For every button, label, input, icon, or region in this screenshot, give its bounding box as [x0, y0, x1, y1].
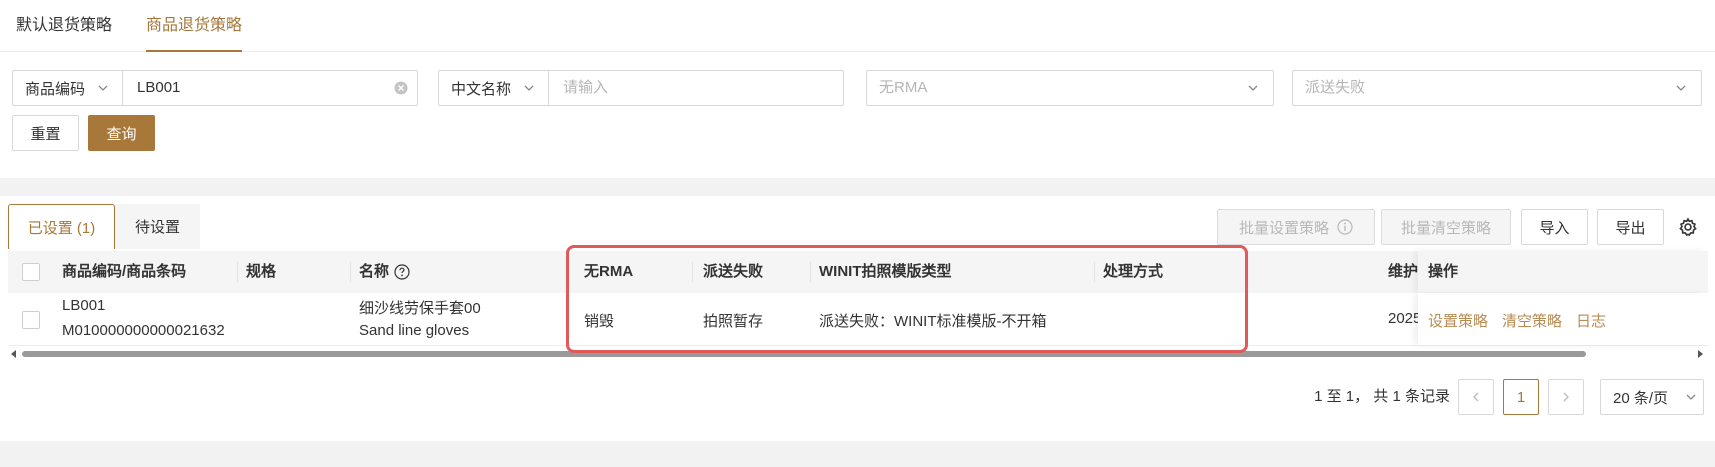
page-footer-band — [0, 441, 1715, 467]
chevron-down-icon — [1248, 85, 1258, 91]
query-button[interactable]: 查询 — [88, 115, 155, 151]
code-type-label: 商品编码 — [25, 80, 86, 98]
page-size-select[interactable]: 20 条/页 — [1600, 379, 1704, 415]
fixed-ops-cell: 设置策略 清空策略 日志 — [1418, 293, 1708, 345]
name-filter: 中文名称 请输入 — [438, 70, 844, 106]
next-page-button[interactable] — [1548, 379, 1584, 415]
top-tab-bar: 默认退货策略 商品退货策略 — [0, 0, 1715, 52]
clear-icon[interactable] — [394, 81, 408, 95]
batch-set-policy-button[interactable]: 批量设置策略 — [1217, 209, 1375, 245]
highlight-annotation — [566, 245, 1248, 353]
col-ops: 操作 — [1428, 263, 1459, 280]
col-name-label: 名称 — [359, 263, 390, 280]
row-name-cn: 细沙线劳保手套00 — [359, 300, 481, 317]
page-number-button[interactable]: 1 — [1503, 379, 1539, 415]
column-divider — [237, 262, 238, 282]
pagination-summary: 1 至 1， 共 1 条记录 — [1314, 388, 1450, 405]
scroll-right-icon[interactable] — [1696, 350, 1704, 358]
tab-pending[interactable]: 待设置 — [115, 204, 200, 249]
name-type-label: 中文名称 — [451, 80, 512, 98]
batch-clear-policy-button[interactable]: 批量清空策略 — [1381, 209, 1511, 245]
row-checkbox[interactable] — [22, 311, 40, 329]
import-button[interactable]: 导入 — [1521, 209, 1588, 245]
code-input[interactable]: LB001 — [137, 71, 377, 105]
code-type-select[interactable]: 商品编码 — [13, 71, 123, 105]
help-icon[interactable] — [394, 264, 410, 280]
chevron-down-icon — [1676, 85, 1686, 91]
tab-default-return-policy[interactable]: 默认退货策略 — [16, 14, 112, 52]
chevron-down-icon — [98, 85, 108, 91]
row-barcode: M010000000000021632 — [62, 322, 225, 339]
export-button[interactable]: 导出 — [1597, 209, 1664, 245]
reset-button[interactable]: 重置 — [12, 115, 79, 151]
tab-product-return-policy[interactable]: 商品退货策略 — [146, 14, 243, 52]
name-type-select[interactable]: 中文名称 — [439, 71, 549, 105]
col-maintain: 维护 — [1388, 263, 1419, 280]
row-code: LB001 — [62, 297, 106, 314]
log-link[interactable]: 日志 — [1576, 310, 1606, 331]
batch-set-policy-label: 批量设置策略 — [1238, 219, 1329, 237]
dispatch-select[interactable]: 派送失败 — [1292, 70, 1702, 106]
page-size-label: 20 条/页 — [1613, 389, 1669, 407]
tab-configured[interactable]: 已设置 (1) — [8, 204, 115, 249]
col-spec: 规格 — [246, 263, 277, 280]
name-input[interactable]: 请输入 — [563, 71, 823, 105]
col-name: 名称 — [359, 251, 389, 293]
rma-select[interactable]: 无RMA — [866, 70, 1274, 106]
prev-page-button[interactable] — [1458, 379, 1494, 415]
column-divider — [350, 262, 351, 282]
col-code: 商品编码/商品条码 — [62, 263, 187, 280]
code-filter: 商品编码 LB001 — [12, 70, 418, 106]
chevron-right-icon — [1563, 392, 1569, 402]
set-policy-link[interactable]: 设置策略 — [1428, 310, 1488, 331]
fixed-ops-header: 操作 — [1418, 251, 1708, 293]
chevron-down-icon — [524, 85, 534, 91]
row-name-en: Sand line gloves — [359, 322, 470, 339]
row-maintain: 2025 — [1388, 310, 1420, 327]
section-divider — [0, 178, 1715, 196]
rma-select-placeholder: 无RMA — [879, 79, 928, 96]
chevron-down-icon — [1686, 394, 1696, 400]
clear-policy-link[interactable]: 清空策略 — [1502, 310, 1562, 331]
settings-gear-icon[interactable] — [1678, 217, 1698, 237]
select-all-checkbox[interactable] — [22, 263, 40, 281]
scroll-left-icon[interactable] — [10, 350, 18, 358]
info-icon — [1337, 219, 1353, 235]
chevron-left-icon — [1473, 392, 1479, 402]
dispatch-select-placeholder: 派送失败 — [1305, 79, 1366, 96]
